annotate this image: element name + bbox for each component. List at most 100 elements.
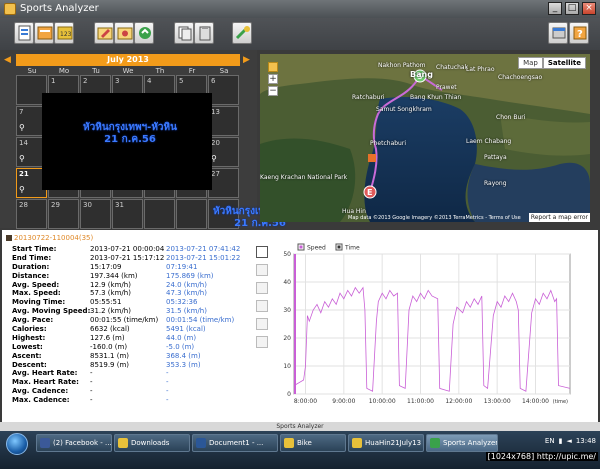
map-place-label: Laem Chabang xyxy=(466,138,512,145)
stat-value-total: 2013-07-21 15:17:12 xyxy=(90,253,165,262)
plot-area xyxy=(293,253,571,395)
stat-value-total: -160.0 (m) xyxy=(90,342,128,351)
new-button[interactable] xyxy=(14,22,34,44)
x-axis-label: (time) xyxy=(553,399,568,405)
chart-zoom-in-icon[interactable] xyxy=(256,264,268,276)
taskbar-button[interactable]: HuaHin21July13 xyxy=(348,434,424,452)
map-pegman-icon[interactable] xyxy=(268,62,278,72)
chart-export-icon[interactable] xyxy=(256,318,268,330)
stat-label: Ascent: xyxy=(12,351,42,360)
map-type-map-button[interactable]: Map xyxy=(518,57,543,69)
chart-grid-icon[interactable] xyxy=(256,300,268,312)
calendar-day[interactable] xyxy=(144,199,175,229)
calendar-day[interactable]: 13 xyxy=(208,106,239,136)
settings-button[interactable] xyxy=(114,22,134,44)
calendar-day-number: 27 xyxy=(211,170,220,178)
calendar-day[interactable]: 20 ⚲ xyxy=(208,137,239,167)
calendar-day[interactable]: 28 xyxy=(16,199,47,229)
stat-row: Max. Speed: 57.3 (km/h) 47.3 (km/h) xyxy=(12,289,244,298)
activity-id[interactable]: 20130722-110004(35) xyxy=(6,234,93,242)
stat-value-moving: 2013-07-21 07:41:42 xyxy=(166,245,241,253)
legend-check-mark xyxy=(299,245,303,249)
stat-value-total: 15:17:09 xyxy=(90,262,122,271)
help-button[interactable]: ? xyxy=(569,22,589,44)
copy-button[interactable] xyxy=(174,22,194,44)
stat-row: Distance: 197.344 (km) 175.869 (km) xyxy=(12,272,244,281)
stat-value-total: 05:55:51 xyxy=(90,298,122,307)
map-place-label: Bang xyxy=(410,70,433,79)
legend-label: Time xyxy=(344,245,360,252)
x-tick-label: 14:00:00 xyxy=(522,398,549,405)
close-button[interactable]: × xyxy=(582,2,596,15)
taskbar-button-label: Downloads xyxy=(131,439,170,447)
calendar-day[interactable]: 6 xyxy=(208,75,239,105)
stat-value-total: 12.9 (km/h) xyxy=(90,280,131,289)
import-button[interactable] xyxy=(34,22,54,44)
stat-row: Avg. Speed: 12.9 (km/h) 24.0 (km/h) xyxy=(12,281,244,290)
pin-button[interactable] xyxy=(548,22,568,44)
calendar-day[interactable]: 30 xyxy=(80,199,111,229)
stat-value-total: 8531.1 (m) xyxy=(90,351,129,360)
title-bar: Sports Analyzer _ □ × xyxy=(0,0,600,18)
weekday-header: Fr xyxy=(188,67,196,75)
plugin-button[interactable] xyxy=(232,22,252,44)
calendar-day-number: 21 xyxy=(19,170,29,178)
taskbar-button[interactable]: Downloads xyxy=(114,434,190,452)
import-icon xyxy=(37,26,53,40)
calendar-day-number: 6 xyxy=(211,77,216,85)
x-tick-label: 12:00:00 xyxy=(445,398,472,405)
legend-label: Speed xyxy=(307,245,326,252)
stat-value-total: - xyxy=(90,396,93,405)
map-type-satellite-button[interactable]: Satellite xyxy=(542,57,586,69)
x-tick-label: 13:00:00 xyxy=(484,398,511,405)
pin-icon xyxy=(552,27,566,39)
calendar-day-number: 30 xyxy=(83,201,92,209)
language-indicator[interactable]: EN xyxy=(545,437,555,445)
report-map-error-link[interactable]: Report a map error xyxy=(528,213,590,222)
stat-value-moving: 44.0 (m) xyxy=(166,333,197,342)
network-icon[interactable]: ▮ xyxy=(559,437,563,445)
edit-button[interactable] xyxy=(94,22,114,44)
taskbar-button[interactable]: Sports Analyzer xyxy=(426,434,498,452)
route-map[interactable]: S E + − Map Satellite Nakhon Pathom Bang C… xyxy=(260,54,590,222)
stat-value-moving: 368.4 (m) xyxy=(166,351,201,360)
refresh-button[interactable] xyxy=(134,22,154,44)
export-button[interactable]: 123 xyxy=(54,22,74,44)
activity-title-overlay: หัวหินกรุงเทพฯ-หัวหิน 21 ก.ค.56 xyxy=(70,122,190,146)
zoom-out-button[interactable]: − xyxy=(268,86,278,96)
calendar-day[interactable]: 29 xyxy=(48,199,79,229)
calendar-day[interactable]: 31 xyxy=(112,199,143,229)
taskbar-button[interactable]: Document1 - ... xyxy=(192,434,278,452)
minimize-button[interactable]: _ xyxy=(548,2,562,15)
prev-month-button[interactable]: ◀ xyxy=(4,54,12,66)
stat-row: Descent: 8519.9 (m) 353.3 (m) xyxy=(12,361,244,370)
speed-chart[interactable]: 50 40 30 20 10 08:00:00 9:00:00 10:00:00 11:00:0… xyxy=(278,240,578,410)
calendar-day[interactable]: 27 xyxy=(208,168,239,198)
taskbar-button[interactable]: (2) Facebook - ... xyxy=(36,434,112,452)
taskbar-button-label: Bike xyxy=(297,439,312,447)
next-month-button[interactable]: ▶ xyxy=(243,54,251,66)
stat-row: Avg. Moving Speed: 31.2 (km/h) 31.5 (km/h) xyxy=(12,307,244,316)
window-title: Sports Analyzer xyxy=(20,3,99,14)
stat-value-moving: - xyxy=(166,378,169,387)
taskbar-button[interactable]: Bike xyxy=(280,434,346,452)
chart-select-icon[interactable] xyxy=(256,246,268,258)
stat-value-moving: 2013-07-21 15:01:22 xyxy=(166,253,241,262)
volume-icon[interactable]: ◄ xyxy=(566,437,571,445)
start-button[interactable] xyxy=(6,433,28,455)
paste-button[interactable] xyxy=(194,22,214,44)
map-attribution[interactable]: Map data ©2013 Google Imagery ©2013 Terr… xyxy=(348,215,521,221)
stat-row: Moving Time: 05:55:51 05:32:36 xyxy=(12,298,244,307)
stat-value-moving: 5491 (kcal) xyxy=(166,325,206,334)
stat-label: Lowest: xyxy=(12,342,43,351)
chart-print-icon[interactable] xyxy=(256,336,268,348)
zoom-in-button[interactable]: + xyxy=(268,74,278,84)
end-marker-label: E xyxy=(367,188,372,197)
clock[interactable]: 13:48 xyxy=(576,437,596,445)
maximize-button[interactable]: □ xyxy=(565,2,579,15)
status-bar: Sports Analyzer xyxy=(0,422,600,431)
chart-zoom-out-icon[interactable] xyxy=(256,282,268,294)
stat-value-total: - xyxy=(90,369,93,378)
y-tick-label: 50 xyxy=(283,251,291,258)
x-tick-label: 9:00:00 xyxy=(332,398,355,405)
